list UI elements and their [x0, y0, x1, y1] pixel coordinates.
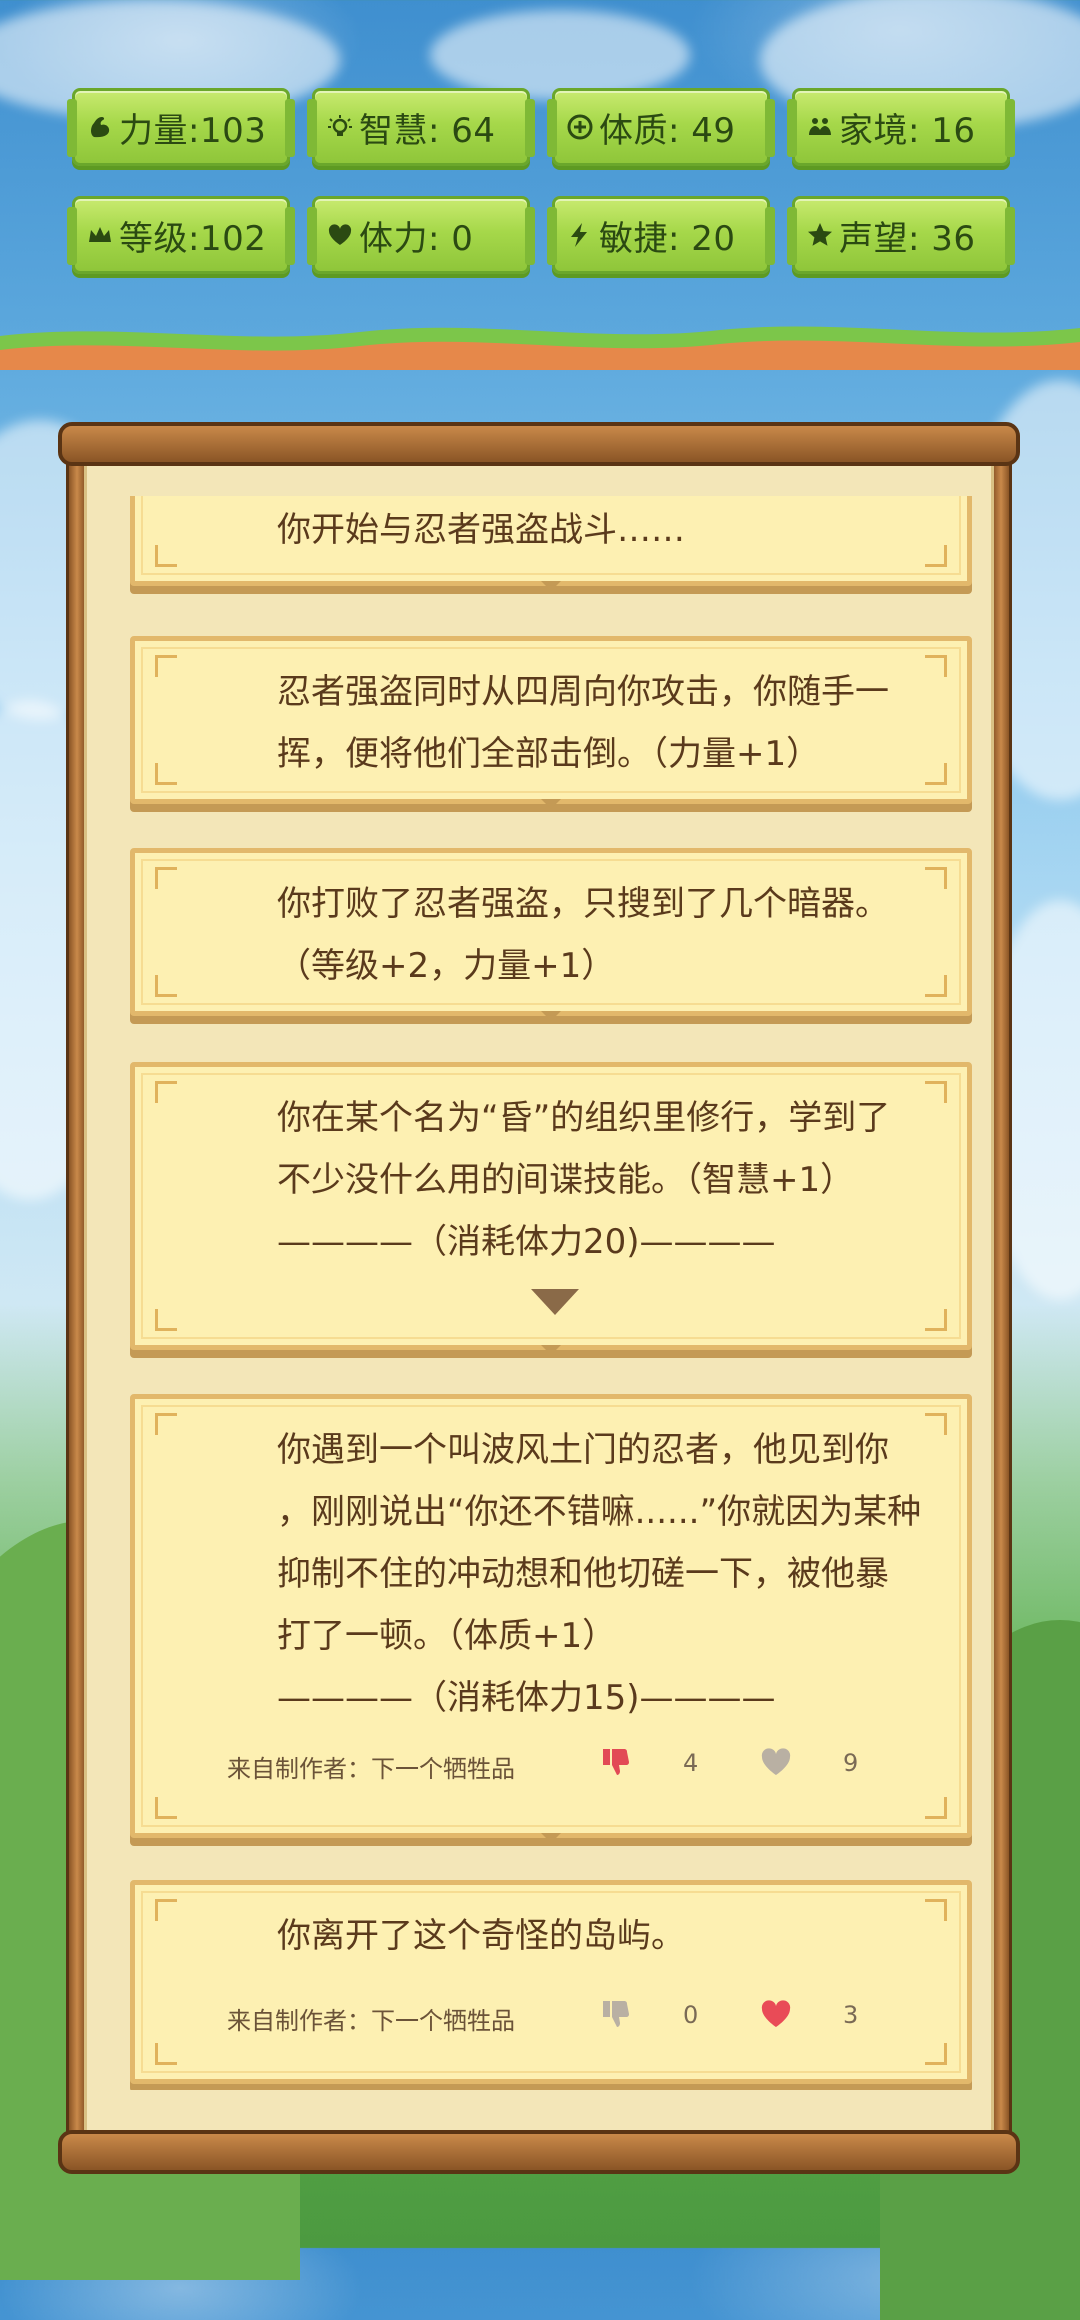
- lightning-icon: [565, 220, 595, 250]
- like-count: 9: [843, 1749, 859, 1777]
- event-card: 你遇到一个叫波风土门的忍者，他见到你 ，刚刚说出“你还不错嘛......”你就因…: [130, 1394, 972, 1843]
- dislike-count: 0: [683, 2001, 699, 2029]
- ground-strip: [0, 326, 1080, 370]
- like-heart-icon[interactable]: [759, 1745, 793, 1779]
- crown-icon: [85, 220, 115, 250]
- star-icon: [805, 220, 835, 250]
- like-count: 3: [843, 2001, 859, 2029]
- stat-stamina: 体力: 0: [307, 196, 535, 274]
- event-card: 你开始与忍者强盗战斗……: [130, 496, 972, 591]
- event-text: 你开始与忍者强盗战斗……: [277, 510, 685, 550]
- event-card: 你在某个名为“昏”的组织里修行，学到了 不少没什么用的间谍技能。（智慧+1） —…: [130, 1062, 972, 1355]
- stat-constitution: 体质: 49: [547, 88, 775, 166]
- author-label: 来自制作者：下一个牺牲品: [227, 1755, 515, 1783]
- event-meta: 来自制作者：下一个牺牲品 0 3: [227, 1997, 907, 2037]
- stat-family: 家境: 16: [787, 88, 1015, 166]
- event-text: 你遇到一个叫波风土门的忍者，他见到你 ，刚刚说出“你还不错嘛......”你就因…: [277, 1430, 922, 1718]
- like-heart-icon[interactable]: [759, 1997, 793, 2031]
- stat-wisdom: 智慧: 64: [307, 88, 535, 166]
- event-text: 你打败了忍者强盗，只搜到了几个暗器。 （等级+2，力量+1）: [277, 884, 889, 986]
- event-text: 你离开了这个奇怪的岛屿。: [277, 1916, 685, 1956]
- event-text: 忍者强盗同时从四周向你攻击，你随手一 挥，便将他们全部击倒。（力量+1）: [277, 672, 889, 774]
- dislike-icon[interactable]: [599, 1997, 633, 2031]
- event-card: 你离开了这个奇怪的岛屿。 来自制作者：下一个牺牲品 0 3: [130, 1880, 972, 2084]
- dislike-icon[interactable]: [599, 1745, 633, 1779]
- scroll-rod-bottom: [58, 2130, 1020, 2174]
- event-card: 你打败了忍者强盗，只搜到了几个暗器。 （等级+2，力量+1）: [130, 848, 972, 1021]
- heart-cross-icon: [565, 112, 595, 142]
- event-text: 你在某个名为“昏”的组织里修行，学到了 不少没什么用的间谍技能。（智慧+1） —…: [277, 1098, 891, 1262]
- expand-arrow-icon[interactable]: [529, 1287, 581, 1317]
- strength-arm-icon: [85, 112, 115, 142]
- family-icon: [805, 112, 835, 142]
- stat-level: 等级:102: [67, 196, 295, 274]
- scroll-rod-top: [58, 422, 1020, 466]
- event-meta: 来自制作者：下一个牺牲品 4 9: [227, 1745, 907, 1785]
- dislike-count: 4: [683, 1749, 699, 1777]
- event-card: 忍者强盗同时从四周向你攻击，你随手一 挥，便将他们全部击倒。（力量+1）: [130, 636, 972, 809]
- author-label: 来自制作者：下一个牺牲品: [227, 2007, 515, 2035]
- stat-strength: 力量:103: [67, 88, 295, 166]
- stats-panel: 力量:103 智慧: 64 体质: 49 家境: 16 等级:102 体力: 0: [67, 88, 1015, 274]
- heart-icon: [325, 220, 355, 250]
- event-feed[interactable]: 你开始与忍者强盗战斗…… 忍者强盗同时从四周向你攻击，你随手一 挥，便将他们全部…: [130, 496, 972, 2090]
- stat-reputation: 声望: 36: [787, 196, 1015, 274]
- bulb-icon: [325, 112, 355, 142]
- stat-agility: 敏捷: 20: [547, 196, 775, 274]
